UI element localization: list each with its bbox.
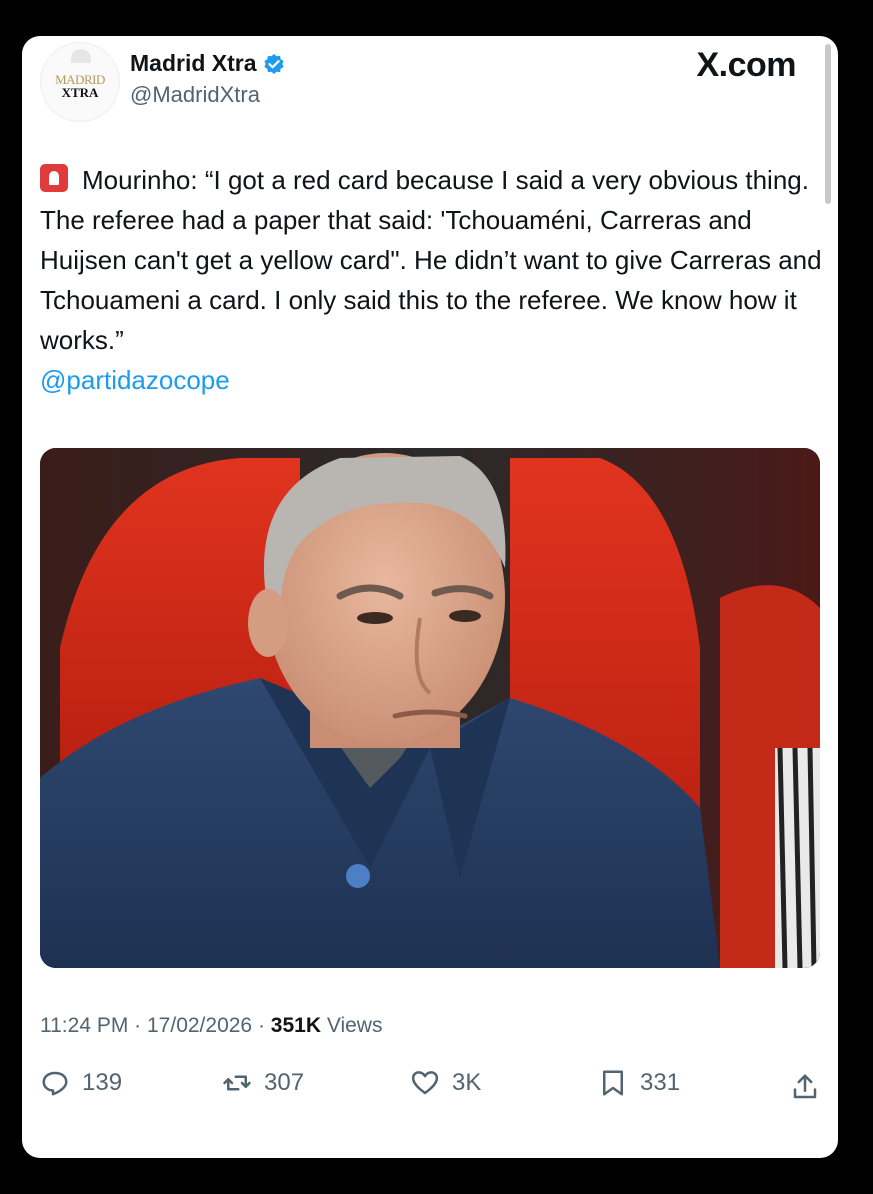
views-label: Views	[326, 1014, 383, 1037]
repost-count: 307	[264, 1069, 305, 1096]
heart-icon	[411, 1071, 439, 1095]
tweet-date[interactable]: 17/02/2026	[147, 1014, 252, 1037]
tweet-meta: 11:24 PM · 17/02/2026 · 351K Views	[40, 1014, 383, 1037]
tweet-body: Mourinho: “I got a red card because I sa…	[40, 165, 822, 355]
views-count: 351K	[270, 1014, 321, 1037]
like-count: 3K	[452, 1069, 482, 1096]
reply-icon	[42, 1071, 68, 1096]
reply-button[interactable]: 139	[40, 1068, 122, 1098]
author-handle[interactable]: @MadridXtra	[130, 82, 260, 108]
action-bar: 139 307 3K 331	[40, 1068, 820, 1114]
share-button[interactable]	[790, 1072, 820, 1107]
verified-badge-icon	[263, 53, 284, 74]
author-display-name[interactable]: Madrid Xtra	[130, 50, 257, 77]
mention-link[interactable]: @partidazocope	[40, 365, 230, 395]
siren-emoji-icon	[40, 164, 68, 192]
tweet-text: Mourinho: “I got a red card because I sa…	[40, 160, 830, 400]
tweet-photo-image	[40, 448, 820, 968]
site-label: X.com	[696, 46, 796, 84]
like-button[interactable]: 3K	[410, 1068, 481, 1098]
repost-button[interactable]: 307	[222, 1068, 304, 1098]
reply-count: 139	[82, 1069, 123, 1096]
tweet-card: MADRID XTRA Madrid Xtra @MadridXtra X.co…	[22, 36, 838, 1158]
tweet-time[interactable]: 11:24 PM	[40, 1014, 128, 1037]
tweet-photo[interactable]	[40, 448, 820, 968]
bookmark-count: 331	[640, 1069, 681, 1096]
bookmark-button[interactable]: 331	[598, 1068, 680, 1098]
avatar-logo-bottom: XTRA	[61, 85, 99, 100]
bookmark-icon	[603, 1070, 623, 1096]
repost-icon	[223, 1075, 251, 1091]
crown-icon	[71, 49, 91, 63]
avatar[interactable]: MADRID XTRA	[40, 42, 120, 122]
share-icon	[793, 1074, 817, 1099]
author-name-row: Madrid Xtra	[130, 50, 285, 77]
